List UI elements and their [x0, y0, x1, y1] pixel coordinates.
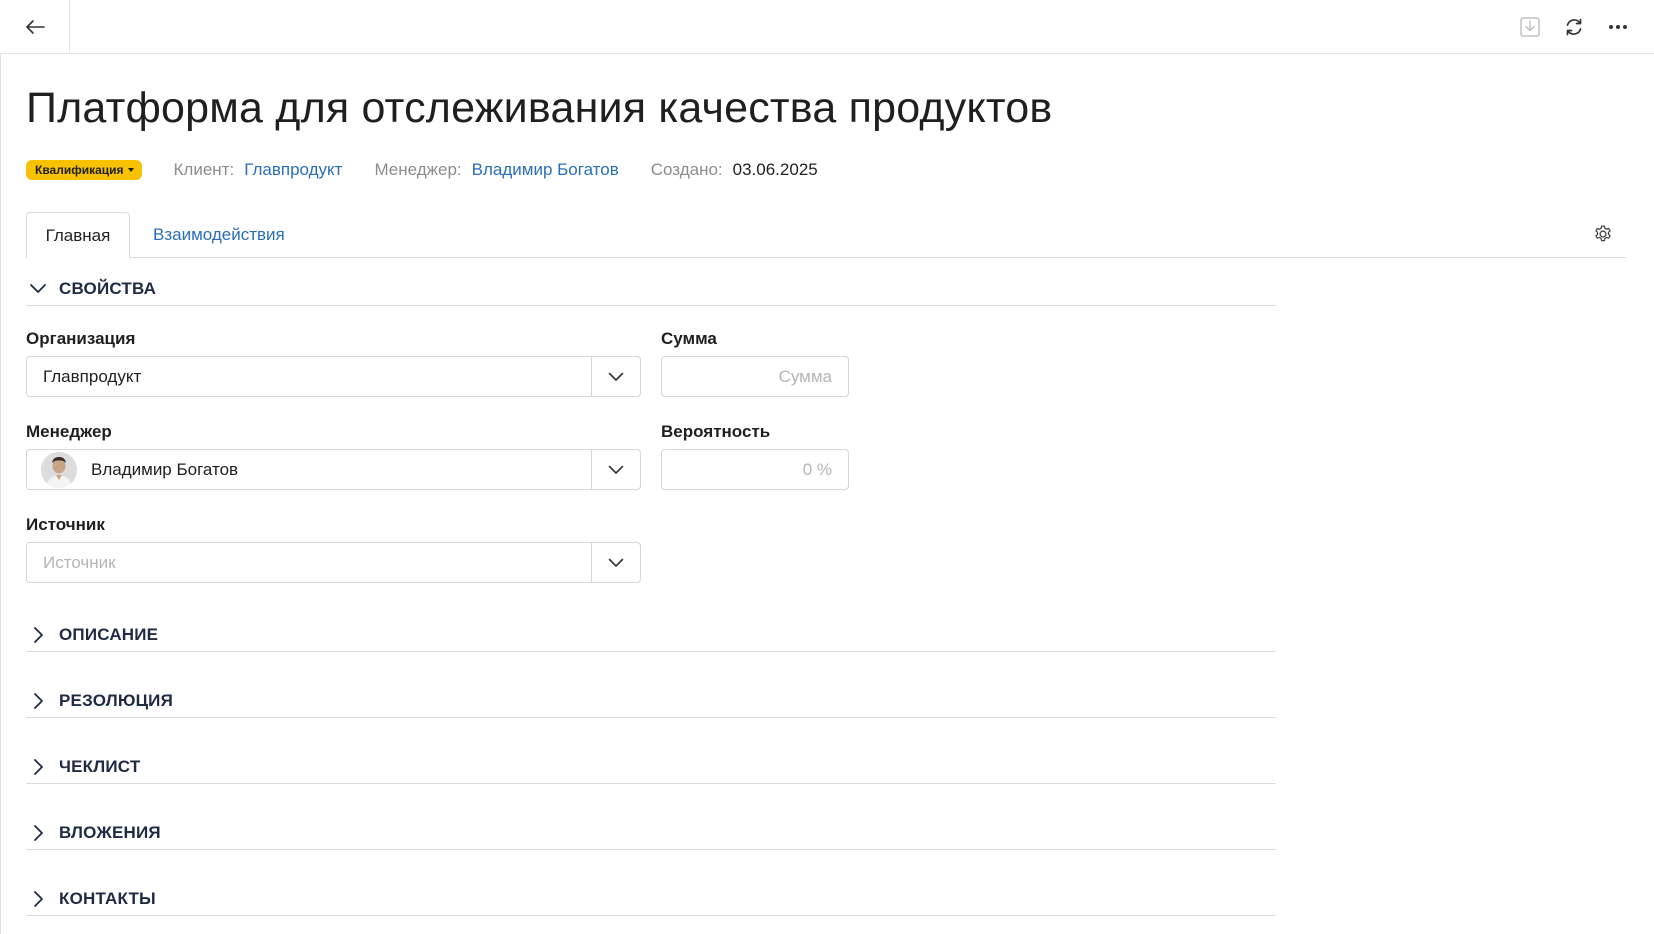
section-checklist-title: ЧЕКЛИСТ — [59, 756, 141, 776]
created-date: 03.06.2025 — [732, 160, 818, 179]
download-icon — [1520, 17, 1540, 37]
chevron-right-icon — [28, 823, 48, 843]
source-dropdown-button[interactable] — [591, 543, 640, 582]
chevron-down-icon — [608, 558, 624, 567]
section-resolution[interactable]: РЕЗОЛЮЦИЯ — [26, 684, 1276, 718]
amount-input[interactable] — [661, 356, 849, 397]
caret-down-icon — [127, 168, 134, 172]
record-meta: Квалификация Клиент: Главпродукт Менедже… — [26, 157, 818, 183]
more-horizontal-icon — [1609, 25, 1627, 29]
back-button[interactable] — [0, 0, 70, 53]
chevron-right-icon — [28, 757, 48, 777]
organization-dropdown-button[interactable] — [591, 357, 640, 396]
amount-label: Сумма — [661, 329, 717, 348]
download-button[interactable] — [1516, 13, 1544, 41]
manager-field[interactable]: Владимир Богатов — [26, 449, 641, 490]
stage-badge[interactable]: Квалификация — [26, 160, 142, 180]
section-properties[interactable]: СВОЙСТВА — [26, 272, 1276, 306]
arrow-left-icon — [25, 19, 45, 34]
organization-value: Главпродукт — [43, 366, 142, 386]
manager-field-label: Менеджер — [26, 422, 112, 441]
section-resolution-title: РЕЗОЛЮЦИЯ — [59, 690, 174, 710]
manager-label: Менеджер: — [374, 160, 462, 179]
tab-main[interactable]: Главная — [26, 212, 130, 259]
chevron-down-icon — [608, 465, 624, 474]
more-button[interactable] — [1604, 13, 1632, 41]
section-contacts[interactable]: КОНТАКТЫ — [26, 882, 1276, 916]
settings-button[interactable] — [1590, 221, 1616, 247]
refresh-button[interactable] — [1560, 13, 1588, 41]
section-attachments-title: ВЛОЖЕНИЯ — [59, 822, 161, 842]
chevron-down-icon — [608, 372, 624, 381]
source-label: Источник — [26, 515, 105, 534]
source-placeholder: Источник — [43, 552, 116, 572]
client-link[interactable]: Главпродукт — [244, 160, 342, 180]
chevron-right-icon — [28, 691, 48, 711]
chevron-right-icon — [28, 889, 48, 909]
organization-label: Организация — [26, 329, 136, 348]
refresh-icon — [1566, 18, 1582, 36]
section-checklist[interactable]: ЧЕКЛИСТ — [26, 750, 1276, 784]
section-description-title: ОПИСАНИЕ — [59, 624, 159, 644]
manager-value: Владимир Богатов — [91, 459, 239, 479]
page-left-border — [0, 54, 1, 934]
top-toolbar — [0, 0, 1654, 54]
organization-field[interactable]: Главпродукт — [26, 356, 641, 397]
section-attachments[interactable]: ВЛОЖЕНИЯ — [26, 816, 1276, 850]
stage-badge-label: Квалификация — [35, 163, 124, 177]
section-contacts-title: КОНТАКТЫ — [59, 888, 156, 908]
manager-link[interactable]: Владимир Богатов — [472, 160, 619, 180]
created-label: Создано: — [650, 160, 723, 179]
tab-bar: Главная Взаимодействия — [26, 212, 1626, 259]
chevron-right-icon — [28, 625, 48, 645]
source-field[interactable]: Источник — [26, 542, 641, 583]
client-label: Клиент: — [173, 160, 235, 179]
probability-label: Вероятность — [661, 422, 771, 441]
probability-input[interactable] — [661, 449, 849, 490]
gear-icon — [1595, 225, 1611, 242]
section-description[interactable]: ОПИСАНИЕ — [26, 618, 1276, 652]
chevron-down-icon — [28, 279, 48, 299]
page-title: Платформа для отслеживания качества прод… — [26, 84, 1053, 132]
avatar — [41, 451, 77, 488]
section-properties-title: СВОЙСТВА — [59, 278, 157, 298]
manager-dropdown-button[interactable] — [591, 450, 640, 489]
tab-interactions[interactable]: Взаимодействия — [153, 212, 285, 258]
